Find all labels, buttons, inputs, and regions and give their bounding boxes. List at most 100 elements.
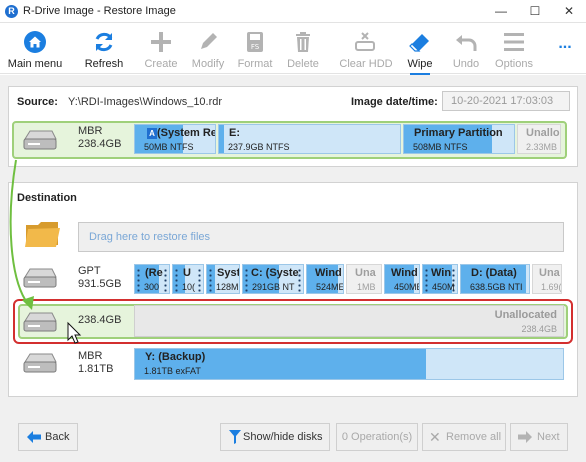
partition-size: 291GB NT <box>252 282 295 292</box>
partition-size: 1.69( <box>541 282 562 292</box>
plus-icon <box>151 32 171 52</box>
operations-button[interactable]: 0 Operation(s) <box>336 423 418 451</box>
create-button[interactable]: Create <box>140 30 182 74</box>
main-menu-button[interactable]: Main menu <box>4 30 66 74</box>
partition-size: 1.81TB exFAT <box>144 366 201 376</box>
partition-name: Win <box>431 267 452 279</box>
title-bar: R R-Drive Image - Restore Image — ☐ ✕ <box>0 0 586 23</box>
dest-partition[interactable]: Syst 128M <box>206 264 240 294</box>
partition-size: 300 <box>144 282 160 292</box>
close-button[interactable]: ✕ <box>552 0 586 23</box>
next-label: Next <box>537 431 560 443</box>
partition-badge-icon: A <box>147 128 157 139</box>
dest-disk-type: MBR <box>78 350 103 362</box>
dest-partition[interactable]: Win 450M <box>422 264 458 294</box>
options-label: Options <box>495 58 533 70</box>
hamburger-icon <box>504 33 524 51</box>
dotted-border-marker <box>425 268 428 292</box>
refresh-button[interactable]: Refresh <box>80 30 128 74</box>
dest-partition-backup[interactable]: Y: (Backup) 1.81TB exFAT <box>134 348 564 380</box>
source-disk-type: MBR <box>78 125 103 137</box>
hard-disk-icon <box>23 353 57 373</box>
partition-name: Syst <box>217 267 240 279</box>
partition-size: 10( <box>182 282 196 292</box>
destination-title: Destination <box>17 192 77 204</box>
remove-x-icon: ✕ <box>429 429 441 445</box>
dest-partition-unallocated[interactable]: Una 1.69( <box>532 264 562 294</box>
hard-disk-icon <box>23 130 57 150</box>
source-partition-primary[interactable]: Primary Partition 508MB NTFS <box>403 124 515 154</box>
dest-partition[interactable]: U 10( <box>172 264 204 294</box>
clear-hdd-label: Clear HDD <box>339 58 393 70</box>
dotted-border-marker <box>245 268 248 292</box>
partition-size: 1MB <box>357 282 376 292</box>
source-partition-e[interactable]: E: 237.9GB NTFS <box>218 124 401 154</box>
partition-size: 508MB NTFS <box>413 142 468 152</box>
delete-button[interactable]: Delete <box>282 30 324 74</box>
partition-name: D: (Data) <box>471 267 517 279</box>
trash-icon <box>296 32 310 52</box>
partition-name: (Re <box>145 267 163 279</box>
next-button[interactable]: Next <box>510 423 568 451</box>
minimize-button[interactable]: — <box>484 0 518 23</box>
eraser-icon <box>409 34 429 52</box>
dotted-border-marker <box>198 268 201 292</box>
partition-name: Wind <box>391 267 418 279</box>
more-button[interactable]: ... <box>552 35 578 53</box>
toolbar: Main menu Refresh Create Modify FS Forma… <box>0 24 586 75</box>
source-partition-unallocated[interactable]: Unalloc 2.33MB <box>517 124 561 154</box>
partition-name: Una <box>355 267 376 279</box>
restore-files-dropzone[interactable]: Drag here to restore files <box>78 222 564 252</box>
arrow-left-icon <box>27 431 41 443</box>
footer-bar: Back Show/hide disks 0 Operation(s) ✕ Re… <box>0 410 586 462</box>
partition-name: Unalloc <box>526 127 560 139</box>
modify-button[interactable]: Modify <box>188 30 228 74</box>
partition-name: U <box>183 267 191 279</box>
modify-label: Modify <box>191 58 225 70</box>
undo-label: Undo <box>452 58 480 70</box>
delete-label: Delete <box>287 58 319 70</box>
dest-partition[interactable]: (Re 300 <box>134 264 170 294</box>
partition-size: 524ME <box>316 282 344 292</box>
dest-partition-unallocated-selected[interactable]: Unallocated 238.4GB <box>134 305 564 337</box>
partition-size: 450M <box>432 282 455 292</box>
image-date-label: Image date/time: <box>351 96 438 108</box>
partition-size: 128M <box>216 282 239 292</box>
maximize-button[interactable]: ☐ <box>518 0 552 23</box>
partition-size: 50MB NTFS <box>144 142 194 152</box>
wipe-button[interactable]: Wipe <box>402 30 438 75</box>
dest-partition[interactable]: Wind 450ME <box>384 264 420 294</box>
image-date-field: 10-20-2021 17:03:03 <box>442 91 570 111</box>
partition-size: 2.33MB <box>526 142 558 152</box>
source-partition-system-reserved[interactable]: A (System Re 50MB NTFS <box>134 124 216 154</box>
format-button[interactable]: FS Format <box>234 30 276 74</box>
show-hide-disks-button[interactable]: Show/hide disks <box>220 423 330 451</box>
hard-disk-icon <box>23 268 57 288</box>
format-icon: FS <box>247 32 263 52</box>
remove-all-button[interactable]: ✕ Remove all <box>422 423 506 451</box>
source-label: Source: <box>17 96 58 108</box>
source-path: Y:\RDI-Images\Windows_10.rdr <box>68 96 223 108</box>
home-icon <box>24 31 46 53</box>
dotted-border-marker <box>137 268 140 292</box>
dest-partition-unallocated[interactable]: Una 1MB <box>346 264 382 294</box>
dotted-border-marker <box>164 268 167 292</box>
undo-button[interactable]: Undo <box>450 30 482 74</box>
refresh-label: Refresh <box>84 58 124 70</box>
folder-icon <box>25 222 60 247</box>
window-title: R-Drive Image - Restore Image <box>23 5 176 17</box>
partition-size: 638.5GB NTI <box>470 282 523 292</box>
back-button[interactable]: Back <box>18 423 78 451</box>
partition-name: Unallocated <box>494 309 557 321</box>
dotted-border-marker <box>175 268 178 292</box>
clear-hdd-button[interactable]: Clear HDD <box>336 30 396 74</box>
remove-all-label: Remove all <box>446 431 502 443</box>
show-hide-label: Show/hide disks <box>243 431 323 443</box>
clear-hdd-icon <box>355 32 375 51</box>
dest-partition-d[interactable]: D: (Data) 638.5GB NTI <box>460 264 530 294</box>
partition-name: Wind <box>315 267 342 279</box>
dest-partition[interactable]: C: (Syste 291GB NT <box>242 264 304 294</box>
options-button[interactable]: Options <box>492 30 536 74</box>
dest-partition[interactable]: Wind 524ME <box>306 264 344 294</box>
dest-disk-size: 931.5GB <box>78 278 122 290</box>
